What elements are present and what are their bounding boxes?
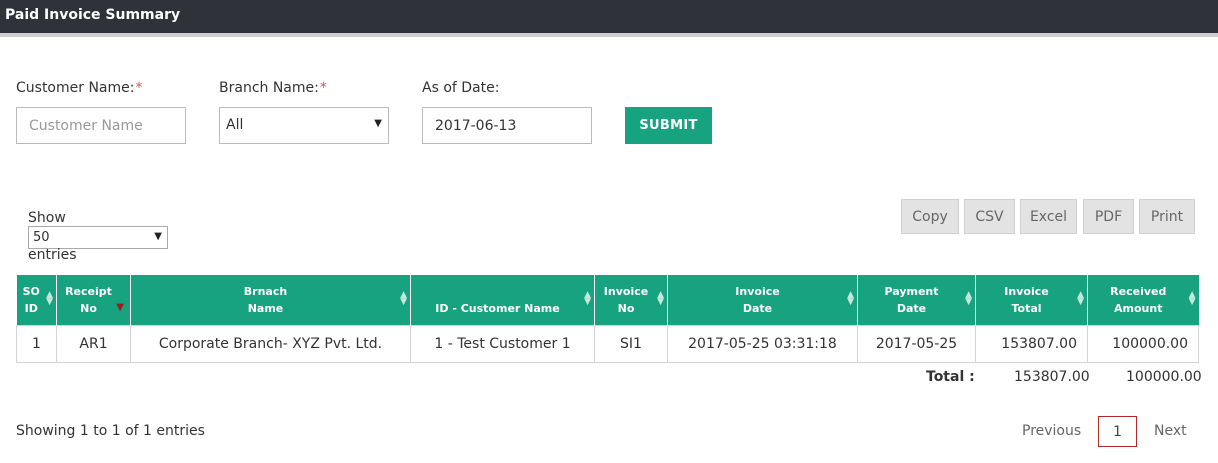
sort-both-icon: ▲ ▼	[46, 290, 53, 307]
show-label: Show	[28, 210, 66, 226]
total-received-amount: 100000.00	[1126, 369, 1202, 385]
top-bar: Paid Invoice Summary	[0, 0, 1218, 33]
cell-so-id: 1	[16, 324, 57, 363]
sort-both-icon: ▲ ▼	[584, 290, 591, 307]
col-invoice-date[interactable]: Invoice Date ▲ ▼	[667, 275, 858, 325]
sort-both-icon: ▲ ▼	[1077, 290, 1084, 307]
customer-name-label: Customer Name:*	[16, 80, 143, 96]
branch-name-label: Branch Name:*	[219, 80, 327, 96]
entries-length-value: 50	[33, 230, 50, 245]
invoice-table: SO ID ▲ ▼ Receipt No ▼ Brnach Name ▲ ▼ ID - Cust…	[16, 275, 1199, 363]
next-page-button[interactable]: Next	[1154, 423, 1187, 439]
table-row: 1 AR1 Corporate Branch- XYZ Pvt. Ltd. 1 …	[16, 324, 1199, 363]
sort-both-icon: ▲ ▼	[657, 290, 664, 307]
sort-both-icon: ▲ ▼	[1188, 290, 1196, 307]
page-title: Paid Invoice Summary	[5, 7, 181, 23]
total-invoice-total: 153807.00	[1014, 369, 1090, 385]
col-branch-name[interactable]: Brnach Name ▲ ▼	[130, 275, 411, 325]
csv-button[interactable]: CSV	[964, 199, 1015, 234]
entries-label: entries	[28, 247, 77, 263]
cell-invoice-no: SI1	[594, 324, 668, 363]
print-button[interactable]: Print	[1139, 199, 1195, 234]
excel-button[interactable]: Excel	[1020, 199, 1077, 234]
table-header-row: SO ID ▲ ▼ Receipt No ▼ Brnach Name ▲ ▼ ID - Cust…	[16, 275, 1199, 325]
cell-payment-date: 2017-05-25	[857, 324, 976, 363]
total-label: Total :	[926, 369, 975, 385]
previous-page-button[interactable]: Previous	[1022, 423, 1081, 439]
col-invoice-no[interactable]: Invoice No ▲ ▼	[594, 275, 668, 325]
col-received-amount[interactable]: Received Amount ▲ ▼	[1087, 275, 1199, 325]
col-payment-date[interactable]: Payment Date ▲ ▼	[857, 275, 976, 325]
as-of-date-label: As of Date:	[422, 80, 500, 96]
top-bar-divider	[0, 33, 1218, 37]
required-mark: *	[319, 80, 327, 96]
cell-invoice-date: 2017-05-25 03:31:18	[667, 324, 858, 363]
entries-length-select[interactable]: 50 ▼	[28, 226, 168, 249]
cell-received-amount: 100000.00	[1087, 324, 1199, 363]
caret-down-icon: ▼	[374, 118, 382, 129]
cell-customer-name: 1 - Test Customer 1	[410, 324, 595, 363]
cell-branch-name: Corporate Branch- XYZ Pvt. Ltd.	[130, 324, 411, 363]
required-mark: *	[135, 80, 143, 96]
branch-selected-value: All	[226, 117, 244, 133]
sort-both-icon: ▲ ▼	[847, 290, 854, 307]
sort-desc-icon: ▼	[116, 302, 124, 313]
submit-button[interactable]: SUBMIT	[625, 107, 712, 144]
page-1-button[interactable]: 1	[1098, 416, 1137, 447]
customer-name-input[interactable]	[16, 107, 186, 144]
sort-both-icon: ▲ ▼	[400, 290, 407, 307]
table-info: Showing 1 to 1 of 1 entries	[16, 423, 205, 439]
col-so-id[interactable]: SO ID ▲ ▼	[16, 275, 57, 325]
copy-button[interactable]: Copy	[901, 199, 959, 234]
col-receipt-no[interactable]: Receipt No ▼	[56, 275, 131, 325]
sort-both-icon: ▲ ▼	[965, 290, 972, 307]
col-customer-name[interactable]: ID - Customer Name ▲ ▼	[410, 275, 595, 325]
cell-invoice-total: 153807.00	[975, 324, 1088, 363]
caret-down-icon: ▼	[154, 231, 162, 242]
pdf-button[interactable]: PDF	[1083, 199, 1134, 234]
as-of-date-input[interactable]	[422, 107, 592, 144]
cell-receipt-no: AR1	[56, 324, 131, 363]
branch-name-select[interactable]: All ▼	[219, 107, 389, 144]
col-invoice-total[interactable]: Invoice Total ▲ ▼	[975, 275, 1088, 325]
